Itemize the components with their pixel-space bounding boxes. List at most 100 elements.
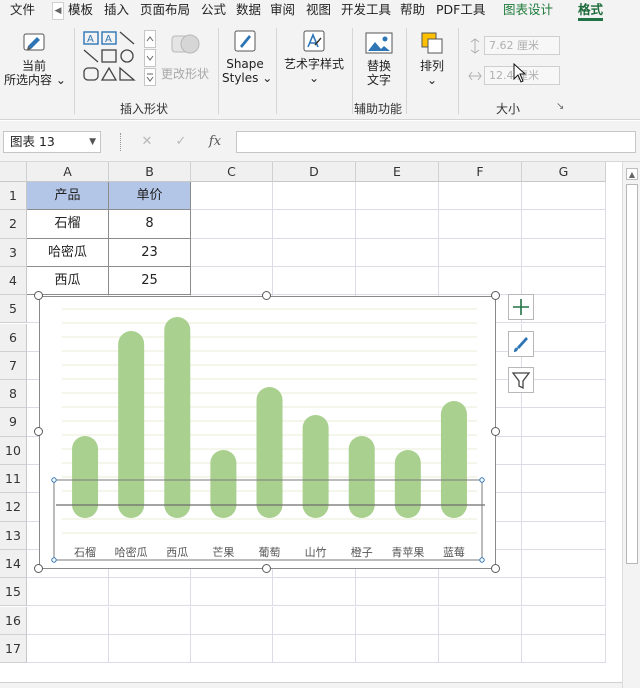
row-header[interactable]: 8: [0, 380, 27, 409]
resize-handle-bottom-right[interactable]: [491, 564, 500, 573]
cell[interactable]: 产品: [27, 182, 109, 211]
cell[interactable]: [522, 380, 606, 409]
cell[interactable]: [522, 323, 606, 352]
shape-gallery-scroll[interactable]: [144, 30, 156, 86]
cell[interactable]: [439, 266, 522, 296]
current-selection-button[interactable]: 当前 所选内容 ⌄: [4, 28, 66, 87]
ribbon-tab[interactable]: 审阅: [270, 0, 295, 22]
ribbon-tab[interactable]: 模板: [68, 0, 93, 22]
cell[interactable]: [522, 295, 606, 324]
resize-handle-top-right[interactable]: [491, 291, 500, 300]
ribbon-tab[interactable]: 数据: [236, 0, 261, 22]
cell[interactable]: [27, 634, 109, 664]
cell[interactable]: 哈密瓜: [27, 238, 109, 267]
ribbon-tab[interactable]: 图表设计: [503, 0, 553, 22]
column-header[interactable]: A: [27, 162, 109, 182]
cell[interactable]: [522, 436, 606, 465]
row-header[interactable]: 11: [0, 465, 27, 494]
cell[interactable]: 23: [109, 238, 191, 267]
chart-styles-button[interactable]: [508, 331, 534, 357]
cell[interactable]: [356, 578, 439, 607]
cell[interactable]: [356, 182, 439, 211]
column-header[interactable]: C: [191, 162, 273, 182]
column-header[interactable]: D: [273, 162, 356, 182]
cell[interactable]: [439, 238, 522, 267]
cell[interactable]: [273, 182, 356, 211]
row-header[interactable]: 3: [0, 238, 27, 267]
ribbon-tab[interactable]: 开发工具: [341, 0, 391, 22]
cell[interactable]: [522, 238, 606, 267]
cell[interactable]: [191, 634, 273, 664]
row-header[interactable]: 2: [0, 210, 27, 239]
shape-styles-button[interactable]: Shape Styles ⌄: [222, 28, 272, 85]
scroll-up-icon[interactable]: ▲: [626, 168, 638, 180]
column-header[interactable]: F: [439, 162, 522, 182]
cell[interactable]: [522, 266, 606, 296]
cancel-icon[interactable]: ✕: [136, 131, 158, 153]
row-header[interactable]: 16: [0, 606, 27, 635]
cell[interactable]: [356, 266, 439, 296]
ribbon-tab[interactable]: PDF工具: [436, 0, 485, 22]
alt-text-button[interactable]: 替换 文字: [358, 30, 400, 87]
resize-handle-bottom[interactable]: [262, 564, 271, 573]
cell[interactable]: [109, 606, 191, 635]
row-header[interactable]: 1: [0, 182, 27, 211]
resize-handle-right[interactable]: [491, 427, 500, 436]
row-header[interactable]: 15: [0, 578, 27, 607]
chart-object[interactable]: 石榴 哈密瓜 西瓜 芒果 葡萄 山竹 橙子 青苹果 蓝莓: [39, 296, 496, 569]
cell[interactable]: [522, 606, 606, 635]
shape-gallery[interactable]: A A: [82, 30, 144, 86]
cell[interactable]: [191, 578, 273, 607]
cell[interactable]: [191, 606, 273, 635]
cell[interactable]: [522, 465, 606, 494]
cell[interactable]: [191, 266, 273, 296]
cell[interactable]: [273, 606, 356, 635]
cell[interactable]: [522, 210, 606, 239]
formula-input[interactable]: [236, 131, 636, 153]
column-header[interactable]: G: [522, 162, 606, 182]
cell[interactable]: [522, 578, 606, 607]
resize-handle-top[interactable]: [262, 291, 271, 300]
cell[interactable]: [522, 521, 606, 550]
resize-handle-left[interactable]: [34, 427, 43, 436]
row-header[interactable]: 12: [0, 493, 27, 522]
cell[interactable]: [439, 578, 522, 607]
resize-handle-top-left[interactable]: [34, 291, 43, 300]
arrange-button[interactable]: 排列 ⌄: [412, 30, 452, 87]
wordart-styles-button[interactable]: 艺术字样式 ⌄: [280, 28, 348, 85]
cell[interactable]: 8: [109, 210, 191, 239]
cell[interactable]: [109, 634, 191, 664]
cell[interactable]: [522, 351, 606, 381]
formula-bar-grip[interactable]: [120, 133, 122, 151]
chart-elements-button[interactable]: [508, 294, 534, 320]
resize-handle-bottom-left[interactable]: [34, 564, 43, 573]
cell[interactable]: [27, 606, 109, 635]
enter-icon[interactable]: ✓: [170, 131, 192, 153]
insert-function-icon[interactable]: fx: [204, 131, 226, 153]
cell[interactable]: [191, 210, 273, 239]
cell[interactable]: 石榴: [27, 210, 109, 239]
change-shape-button[interactable]: 更改形状: [160, 28, 210, 81]
cell[interactable]: [356, 210, 439, 239]
shape-height-input[interactable]: 7.62 厘米: [484, 36, 560, 55]
select-all-corner[interactable]: [0, 162, 27, 182]
column-header[interactable]: B: [109, 162, 191, 182]
name-box[interactable]: 图表 13 ▼: [3, 131, 101, 153]
chart-filters-button[interactable]: [508, 367, 534, 393]
cell[interactable]: [273, 578, 356, 607]
cell[interactable]: [356, 634, 439, 664]
row-header[interactable]: 6: [0, 323, 27, 352]
cell[interactable]: [191, 182, 273, 211]
row-header[interactable]: 5: [0, 295, 27, 324]
ribbon-tab[interactable]: 文件: [10, 0, 35, 22]
cell[interactable]: [191, 238, 273, 267]
cell[interactable]: [356, 238, 439, 267]
cell[interactable]: 单价: [109, 182, 191, 211]
size-dialog-launcher-icon[interactable]: ↘: [556, 101, 564, 112]
row-header[interactable]: 13: [0, 521, 27, 550]
cell[interactable]: [522, 493, 606, 522]
ribbon-tab[interactable]: 格式: [578, 0, 604, 22]
cell[interactable]: [439, 634, 522, 664]
column-header[interactable]: E: [356, 162, 439, 182]
vertical-scrollbar[interactable]: ▲: [622, 162, 640, 688]
